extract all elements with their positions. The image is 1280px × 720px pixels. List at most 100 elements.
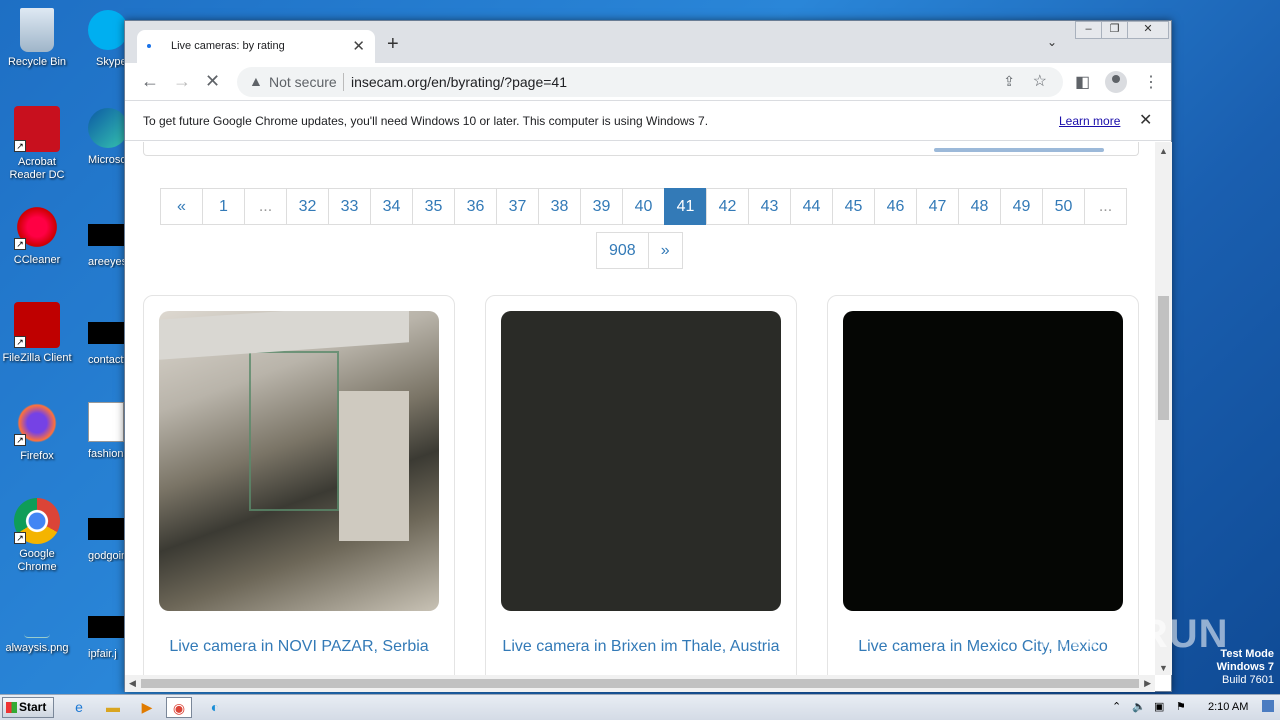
browser-window: Live cameras: by rating ✕ + ⌄ – ❐ ✕ ← → … [124,20,1172,692]
desktop-icon-label: alwaysis.png [5,642,69,654]
page-button-36[interactable]: 36 [454,188,497,225]
file-thumbnail-icon [88,616,124,638]
page-button-last[interactable]: 908 [596,232,649,269]
page-button-33[interactable]: 33 [328,188,371,225]
page-button-45[interactable]: 45 [832,188,875,225]
close-tab-icon[interactable]: ✕ [352,37,365,55]
page-ellipsis: ... [244,188,287,225]
file-thumbnail-icon [88,322,124,344]
vertical-scroll-thumb[interactable] [1158,296,1169,420]
page-prev-button[interactable]: « [160,188,203,225]
page-button-48[interactable]: 48 [958,188,1001,225]
page-button-43[interactable]: 43 [748,188,791,225]
desktop-icon-alwaysis[interactable]: alwaysis.png [0,612,74,655]
page-button-38[interactable]: 38 [538,188,581,225]
file-thumbnail-icon [88,224,124,246]
side-panel-icon[interactable]: ◧ [1075,72,1090,92]
edge-icon [88,108,128,148]
horizontal-scroll-thumb[interactable] [141,679,1139,688]
back-arrow-icon[interactable]: ← [141,71,159,92]
acrobat-icon: ↗ [14,106,60,152]
desktop-icon-acrobat[interactable]: ↗ Acrobat Reader DC [0,106,74,182]
warning-triangle-icon[interactable]: ▲ [249,73,263,89]
page-button-50[interactable]: 50 [1042,188,1085,225]
internet-explorer-icon[interactable]: e [66,697,92,718]
bookmark-star-icon[interactable]: ☆ [1033,71,1047,91]
header-panel [143,142,1139,156]
volume-icon[interactable]: 🔈 [1132,700,1146,713]
page-button-39[interactable]: 39 [580,188,623,225]
page-button-46[interactable]: 46 [874,188,917,225]
page-button-42[interactable]: 42 [706,188,749,225]
recycle-bin-icon [20,8,54,52]
word-document-icon [88,402,124,442]
forward-arrow-icon[interactable]: → [173,71,191,92]
page-button-34[interactable]: 34 [370,188,413,225]
new-tab-button[interactable]: + [387,33,399,56]
camera-thumbnail[interactable] [501,311,781,611]
page-button-1[interactable]: 1 [202,188,245,225]
network-icon[interactable]: ▣ [1154,700,1164,713]
camera-thumbnail[interactable] [843,311,1123,611]
scroll-down-arrow-icon[interactable]: ▼ [1159,663,1168,673]
camera-caption-link[interactable]: Live camera in Brixen im Thale, Austria [486,638,796,656]
file-thumbnail-icon [88,518,124,540]
desktop-icon-firefox[interactable]: ↗ Firefox [0,400,74,463]
clock[interactable]: 2:10 AM [1208,701,1248,713]
camera-card: Live camera in NOVI PAZAR, Serbia [143,295,455,675]
page-button-37[interactable]: 37 [496,188,539,225]
scroll-up-arrow-icon[interactable]: ▲ [1159,146,1168,156]
minimize-button[interactable]: – [1075,21,1102,39]
close-window-button[interactable]: ✕ [1127,21,1169,39]
file-explorer-icon[interactable]: ▬ [100,697,126,718]
media-player-icon[interactable]: ▶ [134,697,160,718]
header-button[interactable] [934,148,1104,152]
tab-strip: Live cameras: by rating ✕ + ⌄ – ❐ ✕ [125,21,1171,63]
vertical-scrollbar[interactable]: ▲ ▼ [1155,142,1172,675]
skype-icon [88,10,128,50]
tab-live-cameras[interactable]: Live cameras: by rating ✕ [137,30,375,63]
learn-more-link[interactable]: Learn more [1059,114,1120,128]
page-button-49[interactable]: 49 [1000,188,1043,225]
chrome-icon: ↗ [14,498,60,544]
show-desktop-icon[interactable] [1262,700,1274,712]
menu-kebab-icon[interactable]: ⋮ [1143,72,1159,92]
page-button-47[interactable]: 47 [916,188,959,225]
share-icon[interactable]: ⇪ [1003,73,1015,90]
horizontal-scrollbar[interactable]: ◀ ▶ [125,675,1155,692]
maximize-button[interactable]: ❐ [1101,21,1128,39]
desktop-icon-recycle-bin[interactable]: Recycle Bin [0,8,74,69]
edge-taskbar-icon[interactable]: ◐ [202,697,228,718]
profile-avatar-icon[interactable] [1105,71,1127,93]
scroll-right-arrow-icon[interactable]: ▶ [1144,678,1151,689]
desktop-icon-filezilla[interactable]: ↗ FileZilla Client [0,302,74,365]
scroll-left-arrow-icon[interactable]: ◀ [129,678,136,689]
desktop-icon-chrome[interactable]: ↗ Google Chrome [0,498,74,574]
camera-thumbnail[interactable] [159,311,439,611]
page-button-35[interactable]: 35 [412,188,455,225]
chrome-taskbar-icon[interactable]: ◉ [166,697,192,718]
page-button-40[interactable]: 40 [622,188,665,225]
address-bar[interactable]: ▲ Not secure insecam.org/en/byrating/?pa… [237,67,1063,97]
page-button-44[interactable]: 44 [790,188,833,225]
show-hidden-icons-icon[interactable]: ⌃ [1112,700,1121,713]
tab-title: Live cameras: by rating [171,40,285,52]
page-button-32[interactable]: 32 [286,188,329,225]
camera-caption-link[interactable]: Live camera in NOVI PAZAR, Serbia [144,638,454,656]
desktop-icon-label: CCleaner [13,254,61,266]
desktop-icon-ccleaner[interactable]: ↗ CCleaner [0,204,74,267]
stop-loading-icon[interactable]: ✕ [205,71,220,92]
security-label[interactable]: Not secure [269,74,337,90]
url-text[interactable]: insecam.org/en/byrating/?page=41 [351,74,567,90]
page-button-41[interactable]: 41 [664,188,707,225]
desktop-icon-label: FileZilla Client [2,352,72,364]
start-button[interactable]: Start [2,697,54,718]
test-mode-line: Test Mode [1220,648,1274,660]
page-next-button[interactable]: » [647,232,683,269]
action-center-flag-icon[interactable]: ⚑ [1176,700,1186,713]
tab-search-chevron-icon[interactable]: ⌄ [1047,35,1057,49]
update-infobar: To get future Google Chrome updates, you… [125,101,1171,141]
desktop-icon-label: Acrobat Reader DC [9,156,65,181]
close-infobar-icon[interactable]: ✕ [1139,110,1152,130]
desktop-icon-label: Recycle Bin [7,56,67,68]
